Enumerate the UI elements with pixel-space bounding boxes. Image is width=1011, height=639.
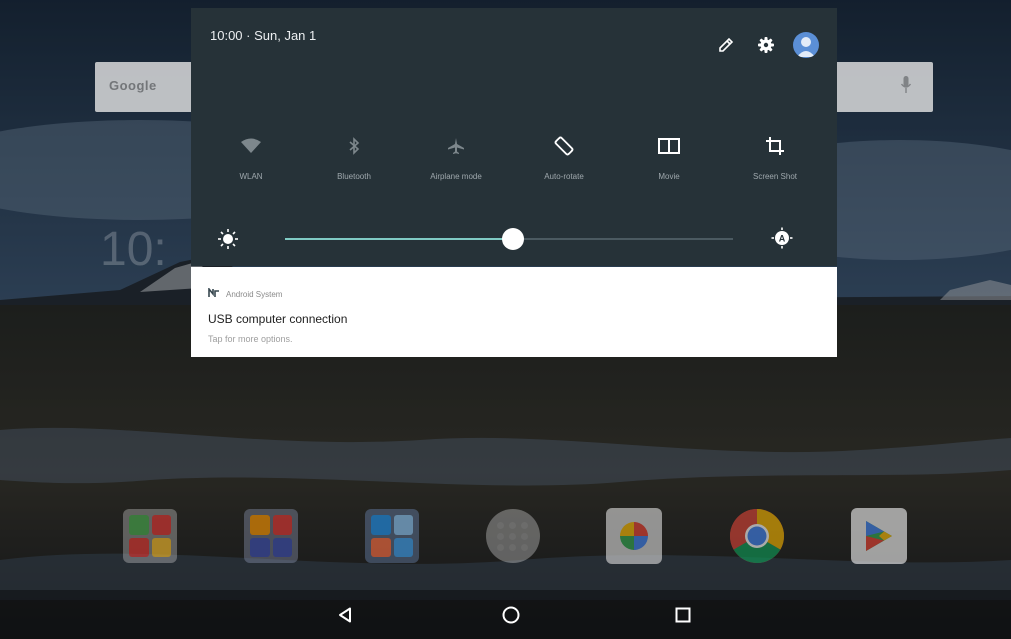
qs-tile-bluetooth[interactable]: Bluetooth (309, 132, 399, 181)
app-drawer-icon[interactable] (485, 508, 541, 564)
qs-tile-auto-rotate[interactable]: Auto-rotate (519, 132, 609, 181)
auto-rotate-icon (519, 132, 609, 160)
dock (0, 500, 1011, 578)
movie-icon (624, 132, 714, 160)
notification-text: Tap for more options. (208, 334, 293, 344)
qs-label: Screen Shot (752, 172, 798, 181)
wifi-icon (206, 132, 296, 160)
brightness-low-icon (217, 228, 239, 255)
qs-label: Movie (658, 172, 680, 181)
edit-icon[interactable] (713, 32, 739, 58)
brightness-fill (285, 238, 514, 240)
google-logo: Google (109, 78, 157, 93)
notification-title: USB computer connection (208, 312, 348, 326)
folder-icon[interactable] (243, 508, 299, 564)
mic-icon[interactable] (900, 76, 912, 99)
notification-app-name: Android System (226, 289, 283, 299)
quick-settings-tiles: WLAN Bluetooth Airplane mode Auto-rotate (191, 132, 837, 202)
folder-icon[interactable] (122, 508, 178, 564)
brightness-slider[interactable] (285, 228, 733, 250)
header-actions (713, 32, 819, 58)
play-store-icon[interactable] (851, 508, 907, 564)
navigation-bar (0, 590, 1011, 639)
date-time: 10:00 · Sun, Jan 1 (210, 28, 317, 43)
qs-tile-airplane[interactable]: Airplane mode (411, 132, 501, 181)
auto-brightness-icon[interactable]: A (771, 227, 793, 254)
quick-settings-panel: 10:00 · Sun, Jan 1 WLAN Bluetooth Airpla… (191, 8, 837, 266)
brightness-row: A (191, 220, 837, 256)
qs-label: Airplane mode (430, 172, 482, 181)
recents-icon[interactable] (668, 600, 698, 630)
notification-header: Android System (208, 286, 283, 300)
qs-label: WLAN (239, 172, 263, 181)
svg-text:A: A (779, 234, 786, 244)
home-icon[interactable] (496, 600, 526, 630)
avatar[interactable] (793, 32, 819, 58)
qs-label: Bluetooth (337, 172, 371, 181)
qs-label: Auto-rotate (544, 172, 584, 181)
back-icon[interactable] (330, 600, 360, 630)
folder-icon[interactable] (364, 508, 420, 564)
clock-widget: 10: (100, 223, 167, 276)
gear-icon[interactable] (753, 32, 779, 58)
qs-tile-screen-shot[interactable]: Screen Shot (730, 132, 820, 181)
airplane-icon (411, 132, 501, 160)
brightness-thumb[interactable] (502, 228, 525, 250)
qs-tile-movie[interactable]: Movie (624, 132, 714, 181)
android-system-icon (208, 286, 220, 300)
qs-tile-wlan[interactable]: WLAN (206, 132, 296, 181)
photos-icon[interactable] (606, 508, 662, 564)
notification-card[interactable]: Android System USB computer connection T… (191, 267, 837, 357)
chrome-icon[interactable] (729, 508, 785, 564)
crop-icon (730, 132, 820, 160)
bluetooth-icon (309, 132, 399, 160)
